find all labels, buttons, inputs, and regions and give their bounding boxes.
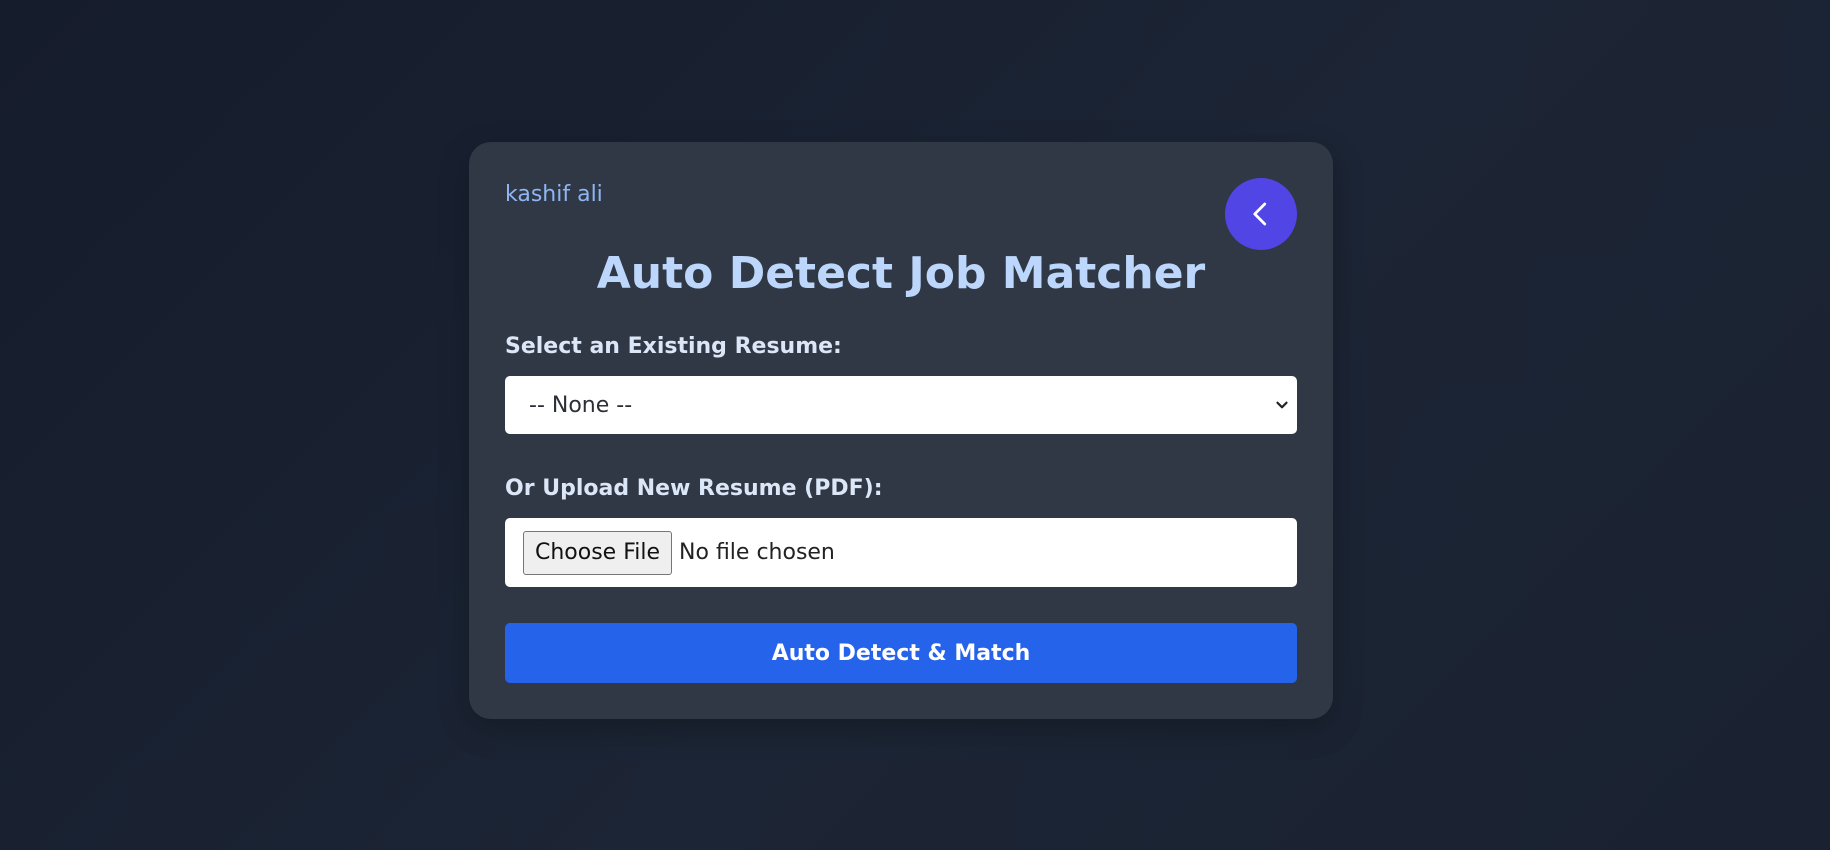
back-button[interactable] — [1225, 178, 1297, 250]
resume-select[interactable]: -- None -- — [505, 376, 1297, 434]
chevron-down-icon — [1273, 396, 1291, 414]
job-matcher-card: kashif ali Auto Detect Job Matcher Selec… — [469, 142, 1333, 719]
resume-file-input[interactable]: Choose File No file chosen — [505, 518, 1297, 587]
page-title: Auto Detect Job Matcher — [596, 248, 1206, 299]
upload-label: Or Upload New Resume (PDF): — [505, 476, 883, 501]
file-status: No file chosen — [679, 540, 835, 565]
user-name: kashif ali — [505, 182, 603, 207]
resume-select-label: Select an Existing Resume: — [505, 334, 842, 359]
choose-file-button[interactable]: Choose File — [523, 530, 673, 575]
auto-detect-match-button[interactable]: Auto Detect & Match — [505, 623, 1297, 683]
resume-select-value: -- None -- — [529, 392, 633, 418]
chevron-left-icon — [1246, 199, 1276, 229]
